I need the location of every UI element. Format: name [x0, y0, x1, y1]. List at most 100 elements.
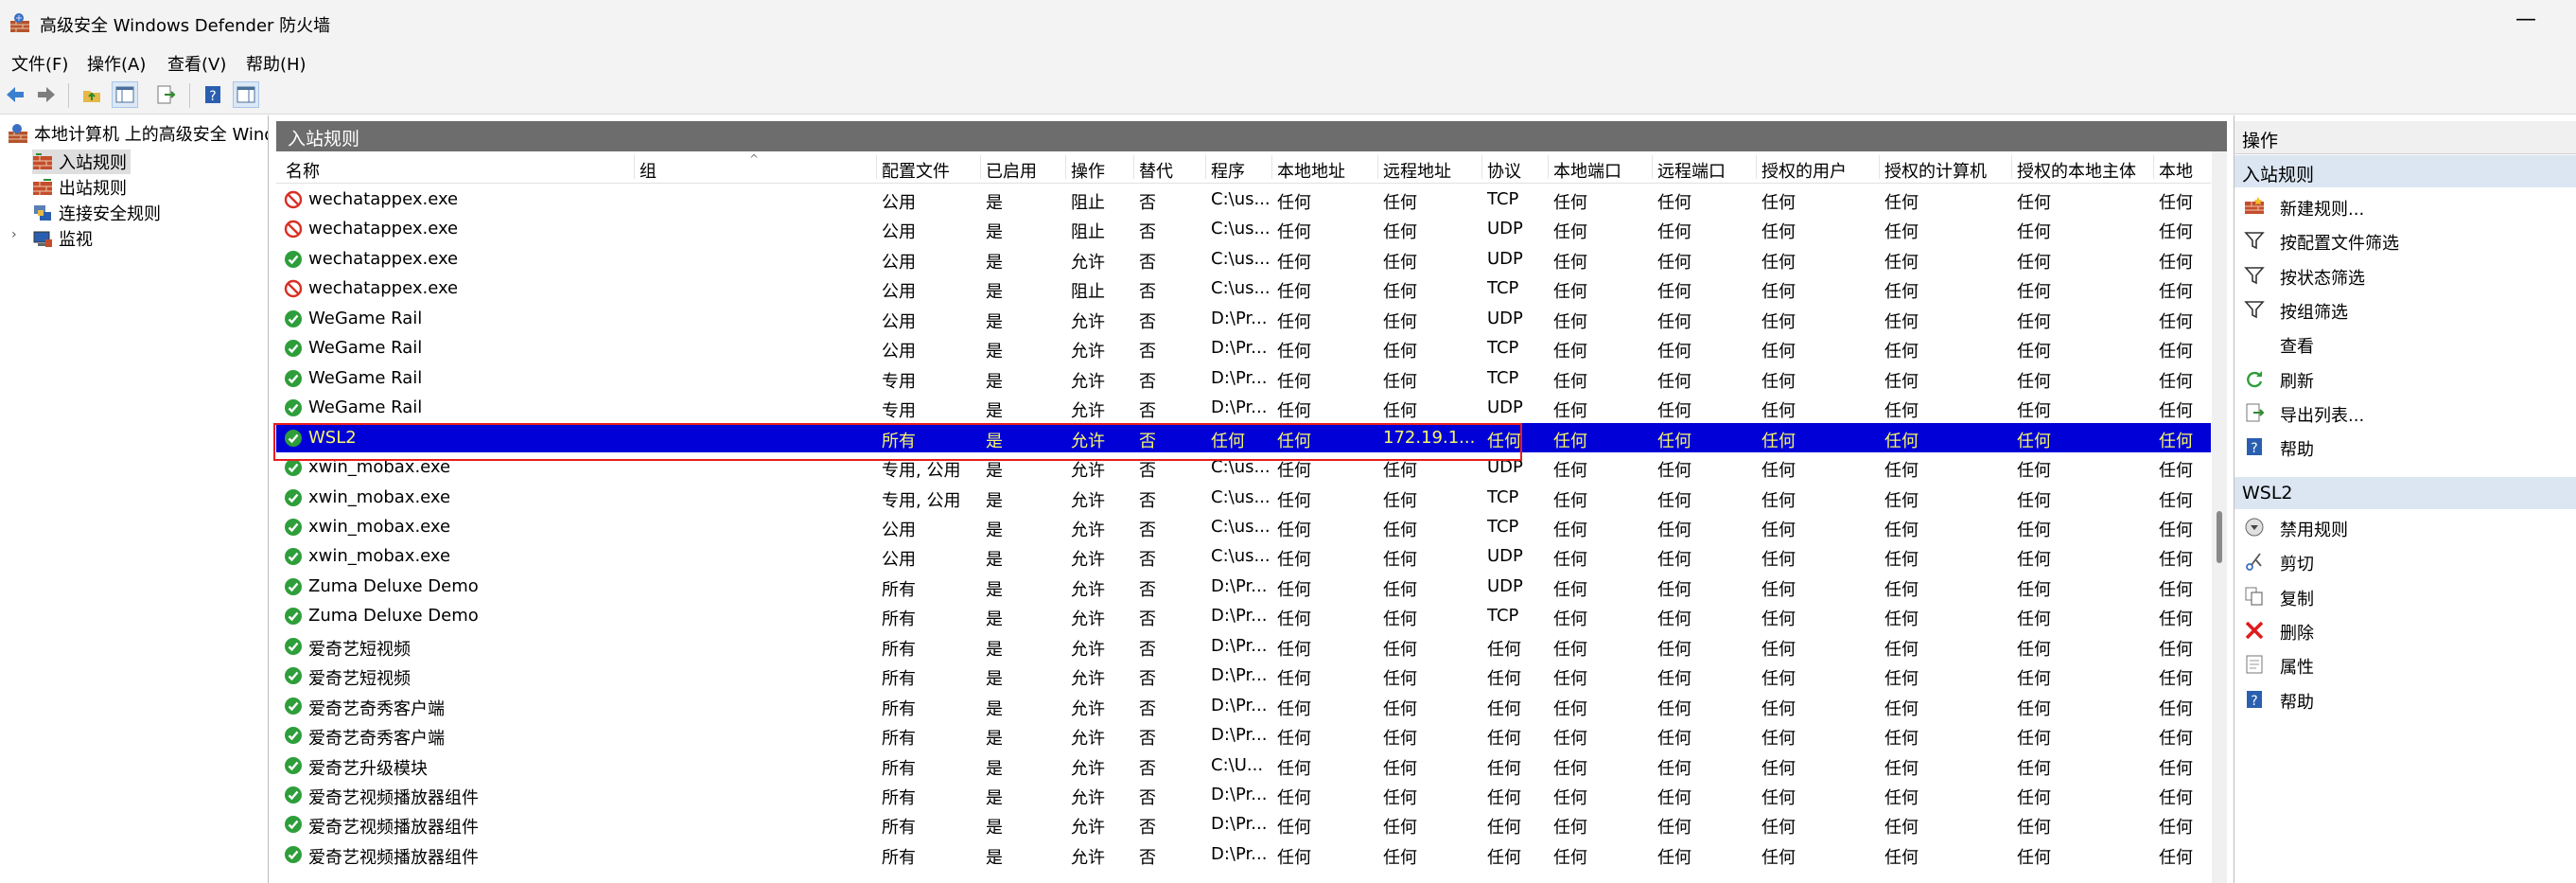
vertical-scrollbar[interactable]: [2212, 151, 2227, 883]
col-group-header[interactable]: 组: [640, 158, 657, 183]
table-row[interactable]: 爱奇艺短视频 所有 是 允许 否 D:\Pr... 任何 任何 任何 任何 任何 任何 任何 任何 任何: [276, 661, 2211, 691]
tree-item-monitor[interactable]: 监视: [32, 226, 93, 251]
action-help[interactable]: ? 帮助: [2234, 682, 2576, 716]
menu-view[interactable]: 查看(V): [167, 51, 226, 76]
col-enabled-header[interactable]: 已启用: [986, 158, 1037, 183]
table-row[interactable]: 爱奇艺升级模块 所有 是 允许 否 C:\U... 任何 任何 任何 任何 任何 任何 任何 任何 任何: [276, 751, 2211, 781]
back-button[interactable]: [3, 82, 27, 107]
action-cut[interactable]: 剪切: [2234, 544, 2576, 578]
col-authorized-users-cell: 任何: [1761, 758, 1796, 779]
table-row[interactable]: WeGame Rail 公用 是 允许 否 D:\Pr... 任何 任何 TCP 任何 任何 任何 任何…: [276, 333, 2211, 363]
tree-item-connection-security-rules[interactable]: 连接安全规则: [32, 201, 161, 225]
col-action-header[interactable]: 操作: [1071, 158, 1105, 183]
column-divider[interactable]: [1481, 155, 1482, 179]
monitor-expand-chevron[interactable]: ›: [11, 227, 17, 242]
column-divider[interactable]: [876, 155, 877, 179]
export-list-button[interactable]: [153, 82, 178, 107]
column-divider[interactable]: [1065, 155, 1066, 179]
col-local-header[interactable]: 本地: [2159, 158, 2193, 183]
action-view[interactable]: 查看: [2234, 327, 2576, 361]
table-row[interactable]: Zuma Deluxe Demo 所有 是 允许 否 D:\Pr... 任何 任何 UDP 任何 任…: [276, 572, 2211, 602]
col-authorized-computers-cell: 任何: [1884, 847, 1919, 868]
column-divider[interactable]: [1548, 155, 1549, 179]
firewall-icon: [9, 124, 27, 143]
table-row[interactable]: 爱奇艺视频播放器组件 所有 是 允许 否 D:\Pr... 任何 任何 任何 任何 任何 任何 任何 任何…: [276, 839, 2211, 870]
col-authorized-users-header[interactable]: 授权的用户: [1761, 158, 1847, 183]
col-remote-address-header[interactable]: 远程地址: [1383, 158, 1451, 183]
col-protocol-cell: 任何: [1487, 758, 1521, 779]
tree-root[interactable]: 本地计算机 上的高级安全 Windows Defender 防火墙: [8, 121, 268, 146]
column-divider[interactable]: [1879, 155, 1880, 179]
help-button[interactable]: ?: [201, 82, 225, 107]
col-program-header[interactable]: 程序: [1211, 158, 1245, 183]
action-filter[interactable]: 按组筛选: [2234, 292, 2576, 327]
table-row[interactable]: wechatappex.exe 公用 是 阻止 否 C:\us... 任何 任何 UDP 任何 任何…: [276, 214, 2211, 244]
table-row[interactable]: WeGame Rail 专用 是 允许 否 D:\Pr... 任何 任何 TCP 任何 任何 任何 任何…: [276, 363, 2211, 394]
table-row[interactable]: 爱奇艺短视频 所有 是 允许 否 D:\Pr... 任何 任何 任何 任何 任何 任何 任何 任何 任何: [276, 631, 2211, 662]
table-row[interactable]: 爱奇艺奇秀客户端 所有 是 允许 否 D:\Pr... 任何 任何 任何 任何 任何 任何 任何 任何 任何: [276, 691, 2211, 721]
col-program-cell: D:\Pr...: [1211, 338, 1268, 359]
col-remote-port-header[interactable]: 远程端口: [1657, 158, 1726, 183]
column-divider[interactable]: [1271, 155, 1272, 179]
table-row[interactable]: Zuma Deluxe Demo 所有 是 允许 否 D:\Pr... 任何 任何 TCP 任何 任…: [276, 601, 2211, 631]
table-row[interactable]: WSL2 所有 是 允许 否 任何 任何 172.19.1... 任何 任何 任何 任何 任何 任何 任何: [276, 422, 2211, 453]
menu-action[interactable]: 操作(A): [87, 51, 146, 76]
table-row[interactable]: 爱奇艺视频播放器组件 所有 是 允许 否 D:\Pr... 任何 任何 任何 任何 任何 任何 任何 任何…: [276, 780, 2211, 810]
show-hide-console-tree-button[interactable]: [112, 81, 138, 108]
table-row[interactable]: 爱奇艺视频播放器组件 所有 是 允许 否 D:\Pr... 任何 任何 任何 任何 任何 任何 任何 任何…: [276, 809, 2211, 839]
col-local-address-header[interactable]: 本地地址: [1277, 158, 1345, 183]
table-row[interactable]: xwin_mobax.exe 专用, 公用 是 允许 否 C:\us... 任何 任何 TCP 任…: [276, 483, 2211, 513]
actions-section-inbound-rules[interactable]: 入站规则: [2234, 155, 2576, 187]
col-profile-header[interactable]: 配置文件: [882, 158, 950, 183]
block-rule-icon: [284, 190, 303, 209]
col-protocol-header[interactable]: 协议: [1487, 158, 1521, 183]
table-row[interactable]: WeGame Rail 公用 是 允许 否 D:\Pr... 任何 任何 UDP 任何 任何 任何 任何…: [276, 304, 2211, 334]
minimize-button[interactable]: —: [2512, 8, 2540, 31]
up-level-button[interactable]: [79, 82, 104, 107]
forward-button[interactable]: [34, 82, 59, 107]
column-divider[interactable]: [980, 155, 981, 179]
action-properties[interactable]: 属性: [2234, 647, 2576, 681]
col-override-header[interactable]: 替代: [1139, 158, 1173, 183]
column-divider[interactable]: [2011, 155, 2012, 179]
column-divider[interactable]: [1652, 155, 1653, 179]
action-export[interactable]: 导出列表...: [2234, 396, 2576, 430]
action-help[interactable]: ? 帮助: [2234, 430, 2576, 464]
menu-file[interactable]: 文件(F): [11, 51, 68, 76]
col-name-header[interactable]: 名称: [286, 158, 320, 183]
col-authorized-local-principals-header[interactable]: 授权的本地主体: [2017, 158, 2136, 183]
column-divider[interactable]: [634, 155, 635, 179]
action-refresh[interactable]: 刷新: [2234, 362, 2576, 396]
action-copy[interactable]: 复制: [2234, 579, 2576, 613]
table-row[interactable]: 爱奇艺奇秀客户端 所有 是 允许 否 D:\Pr... 任何 任何 任何 任何 任何 任何 任何 任何 任何: [276, 720, 2211, 751]
show-hide-action-pane-button[interactable]: [233, 81, 259, 108]
allow-rule-icon: [284, 815, 303, 834]
action-new-rule[interactable]: 新建规则...: [2234, 189, 2576, 223]
action-filter[interactable]: 按配置文件筛选: [2234, 223, 2576, 257]
menu-help[interactable]: 帮助(H): [246, 51, 307, 76]
table-row[interactable]: xwin_mobax.exe 公用 是 允许 否 C:\us... 任何 任何 TCP 任何 任何 任…: [276, 512, 2211, 542]
table-row[interactable]: xwin_mobax.exe 公用 是 允许 否 C:\us... 任何 任何 UDP 任何 任何 任…: [276, 541, 2211, 572]
action-disable[interactable]: 禁用规则: [2234, 510, 2576, 544]
column-divider[interactable]: [1756, 155, 1757, 179]
col-authorized-local-principals-cell: 任何: [2017, 193, 2051, 213]
action-delete[interactable]: 删除: [2234, 613, 2576, 647]
col-local-port-header[interactable]: 本地端口: [1553, 158, 1621, 183]
table-row[interactable]: wechatappex.exe 公用 是 阻止 否 C:\us... 任何 任何 TCP 任何 任何…: [276, 274, 2211, 304]
table-row[interactable]: WeGame Rail 专用 是 允许 否 D:\Pr... 任何 任何 UDP 任何 任何 任何 任何…: [276, 393, 2211, 423]
column-divider[interactable]: [1133, 155, 1134, 179]
col-remote-port-cell: 任何: [1657, 818, 1691, 839]
actions-section-wsl2[interactable]: WSL2: [2234, 477, 2576, 509]
column-divider[interactable]: [1205, 155, 1206, 179]
column-divider[interactable]: [2153, 155, 2154, 179]
table-row[interactable]: wechatappex.exe 公用 是 阻止 否 C:\us... 任何 任何 TCP 任何 任何…: [276, 185, 2211, 215]
column-divider[interactable]: [1377, 155, 1378, 179]
col-authorized-users-cell: 任何: [1761, 461, 1796, 482]
col-authorized-computers-header[interactable]: 授权的计算机: [1884, 158, 1987, 183]
tree-item-outbound-rules[interactable]: 出站规则: [32, 175, 127, 200]
tree-item-inbound-rules[interactable]: 入站规则: [32, 150, 131, 174]
table-row[interactable]: wechatappex.exe 公用 是 允许 否 C:\us... 任何 任何 UDP 任何 任何…: [276, 244, 2211, 274]
action-filter[interactable]: 按状态筛选: [2234, 258, 2576, 292]
scrollbar-thumb[interactable]: [2217, 511, 2222, 563]
table-row[interactable]: xwin_mobax.exe 专用, 公用 是 允许 否 C:\us... 任何 任何 UDP 任…: [276, 452, 2211, 483]
